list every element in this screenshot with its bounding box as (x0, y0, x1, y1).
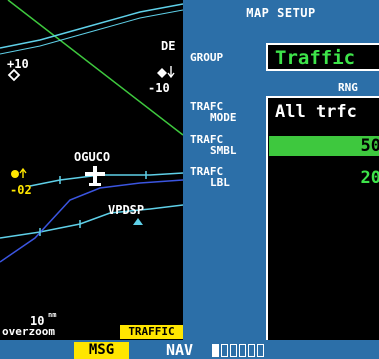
group-selector[interactable]: Traffic (266, 43, 379, 71)
traffic-label-label-line2: LBL (210, 176, 230, 189)
map-setup-panel: MAP SETUP GROUP Traffic RNG TRAFC MODE T… (183, 0, 379, 340)
traffic-mode-label-line2: MODE (210, 111, 237, 124)
climbing-arrow-icon (19, 167, 27, 178)
group-value: Traffic (275, 47, 356, 69)
traffic-diamond-open (7, 68, 21, 82)
msg-annunciator[interactable]: MSG (74, 342, 129, 359)
page-indicator (248, 344, 255, 357)
page-group-indicator (212, 344, 264, 357)
overzoom-label: overzoom (2, 325, 55, 338)
gps-screen: DE +10 -10 OGUCO -02 VPDSP 10 nm overzoo… (0, 0, 379, 359)
map-graphics (0, 0, 183, 263)
traffic-symbol-label-line2: SMBL (210, 144, 237, 157)
page-indicator (257, 344, 264, 357)
route-oguco (29, 172, 183, 187)
waypoint-triangle-icon (133, 218, 143, 225)
settings-values-area: All trfc (266, 96, 379, 340)
waypoint-label-oguco: OGUCO (74, 150, 111, 164)
descending-arrow-icon (167, 66, 175, 79)
traffic-altitude-minus10: -10 (148, 81, 170, 95)
traffic-altitude-minus02: -02 (10, 183, 32, 197)
page-indicator (230, 344, 237, 357)
own-aircraft-icon (85, 166, 105, 186)
group-label: GROUP (190, 51, 224, 64)
route-vpdsp (0, 204, 183, 239)
traffic-mode-label: TRAFC MODE (190, 101, 237, 123)
traffic-symbol-range-field[interactable]: 50 (269, 136, 379, 156)
traffic-alert-circle (11, 170, 19, 178)
nav-mode-label: NAV (166, 341, 194, 359)
waypoint-label-de: DE (161, 39, 176, 53)
traffic-label-label: TRAFC LBL (190, 166, 230, 188)
panel-title: MAP SETUP (246, 6, 316, 20)
airway-upper-2 (0, 9, 183, 55)
traffic-symbol-label: TRAFC SMBL (190, 134, 237, 156)
page-indicator (239, 344, 246, 357)
range-column-header: RNG (338, 81, 358, 94)
traffic-mode-value[interactable]: All trfc (275, 102, 357, 122)
traffic-symbol-range-value: 50 (360, 136, 379, 156)
map-scale-unit: nm (48, 311, 57, 319)
page-indicator (221, 344, 228, 357)
traffic-altitude-plus10: +10 (7, 57, 29, 71)
map-green-line (7, 0, 183, 136)
traffic-label-range-value[interactable]: 20 (361, 168, 379, 188)
waypoint-label-vpdsp: VPDSP (108, 203, 145, 217)
moving-map[interactable]: DE +10 -10 OGUCO -02 VPDSP 10 nm overzoo… (0, 0, 183, 340)
traffic-badge: TRAFFIC (120, 325, 183, 339)
page-indicator-active (212, 344, 219, 357)
status-bar: MSG NAV (0, 340, 379, 359)
traffic-diamond-filled (157, 68, 167, 78)
airway-upper-1 (0, 3, 183, 49)
